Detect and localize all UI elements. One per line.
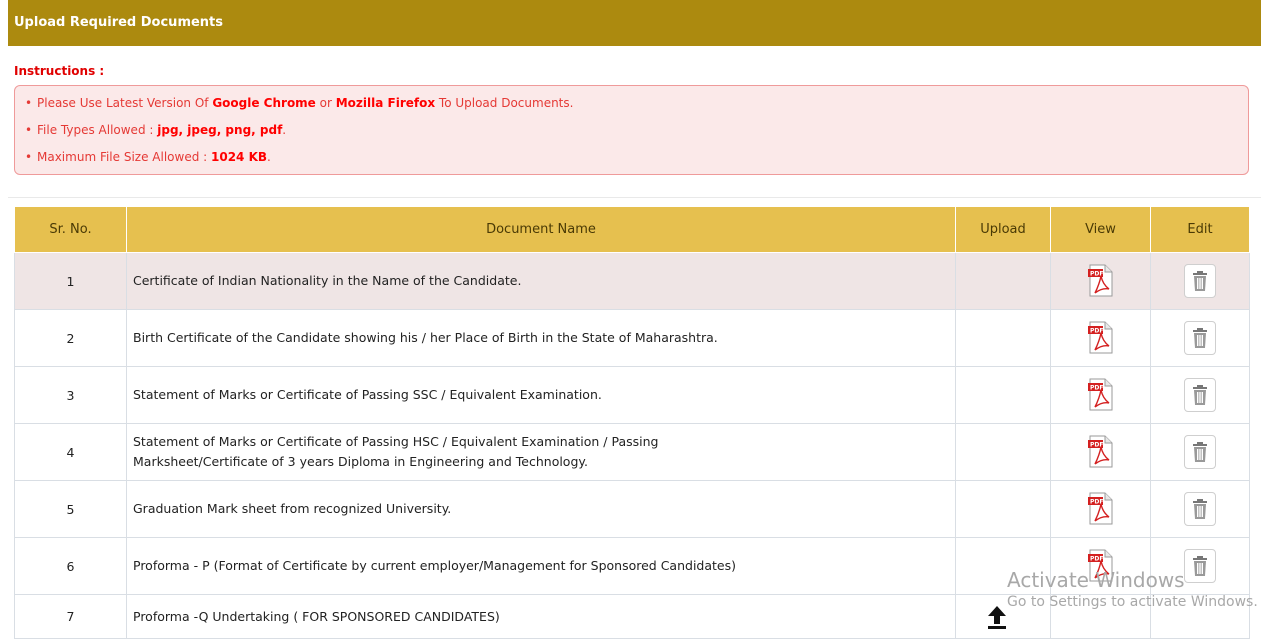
document-name: Statement of Marks or Certificate of Pas… <box>126 423 956 481</box>
delete-button[interactable] <box>1184 321 1216 355</box>
divider <box>8 197 1261 198</box>
upload-panel: Instructions : • Please Use Latest Versio… <box>8 52 1261 642</box>
document-name: Graduation Mark sheet from recognized Un… <box>126 480 956 538</box>
edit-cell <box>1150 480 1250 538</box>
trash-icon <box>1193 442 1207 462</box>
document-name: Statement of Marks or Certificate of Pas… <box>126 366 956 424</box>
instruction-item-browser: • Please Use Latest Version Of Google Chr… <box>25 96 574 110</box>
pdf-file-icon[interactable]: PDF <box>1087 492 1115 526</box>
upload-cell <box>955 480 1051 538</box>
section-header: Upload Required Documents <box>8 0 1261 46</box>
document-name: Proforma -Q Undertaking ( FOR SPONSORED … <box>126 594 956 639</box>
table-row: 3 Statement of Marks or Certificate of P… <box>14 366 1250 424</box>
upload-cell <box>955 423 1051 481</box>
edit-cell <box>1150 366 1250 424</box>
pdf-file-icon[interactable]: PDF <box>1087 321 1115 355</box>
header-view: View <box>1050 206 1151 253</box>
instructions-box: • Please Use Latest Version Of Google Chr… <box>14 85 1249 175</box>
delete-button[interactable] <box>1184 492 1216 526</box>
sr-no: 2 <box>14 309 127 367</box>
trash-icon <box>1193 271 1207 291</box>
pdf-file-icon[interactable]: PDF <box>1087 264 1115 298</box>
sr-no: 4 <box>14 423 127 481</box>
sr-no: 5 <box>14 480 127 538</box>
delete-button[interactable] <box>1184 435 1216 469</box>
document-name: Certificate of Indian Nationality in the… <box>126 252 956 310</box>
table-row: 4 Statement of Marks or Certificate of P… <box>14 423 1250 481</box>
instructions-title: Instructions : <box>14 64 105 78</box>
header-edit: Edit <box>1150 206 1250 253</box>
delete-button[interactable] <box>1184 378 1216 412</box>
header-upload: Upload <box>955 206 1051 253</box>
trash-icon <box>1193 499 1207 519</box>
pdf-file-icon[interactable]: PDF <box>1087 378 1115 412</box>
view-cell: PDF <box>1050 366 1151 424</box>
upload-arrow-icon[interactable] <box>986 604 1008 630</box>
delete-button[interactable] <box>1184 264 1216 298</box>
windows-activation-watermark: Activate Windows Go to Settings to activ… <box>1007 568 1258 610</box>
view-cell: PDF <box>1050 423 1151 481</box>
pdf-file-icon[interactable]: PDF <box>1087 435 1115 469</box>
view-cell: PDF <box>1050 252 1151 310</box>
table-row: 5 Graduation Mark sheet from recognized … <box>14 480 1250 538</box>
header-document-name: Document Name <box>126 206 956 253</box>
edit-cell <box>1150 309 1250 367</box>
instruction-item-file-types: • File Types Allowed : jpg, jpeg, png, pd… <box>25 123 287 137</box>
sr-no: 1 <box>14 252 127 310</box>
view-cell: PDF <box>1050 480 1151 538</box>
trash-icon <box>1193 328 1207 348</box>
table-row: 2 Birth Certificate of the Candidate sho… <box>14 309 1250 367</box>
sr-no: 7 <box>14 594 127 639</box>
edit-cell <box>1150 252 1250 310</box>
table-header-row: Sr. No. Document Name Upload View Edit <box>14 206 1250 253</box>
upload-cell <box>955 309 1051 367</box>
document-name: Birth Certificate of the Candidate showi… <box>126 309 956 367</box>
header-sr-no: Sr. No. <box>14 206 127 253</box>
view-cell: PDF <box>1050 309 1151 367</box>
edit-cell <box>1150 423 1250 481</box>
upload-cell <box>955 252 1051 310</box>
document-name: Proforma - P (Format of Certificate by c… <box>126 537 956 595</box>
trash-icon <box>1193 385 1207 405</box>
upload-cell <box>955 366 1051 424</box>
instruction-item-file-size: • Maximum File Size Allowed : 1024 KB. <box>25 150 271 164</box>
sr-no: 6 <box>14 537 127 595</box>
sr-no: 3 <box>14 366 127 424</box>
table-row: 1 Certificate of Indian Nationality in t… <box>14 252 1250 310</box>
section-title: Upload Required Documents <box>14 15 224 30</box>
